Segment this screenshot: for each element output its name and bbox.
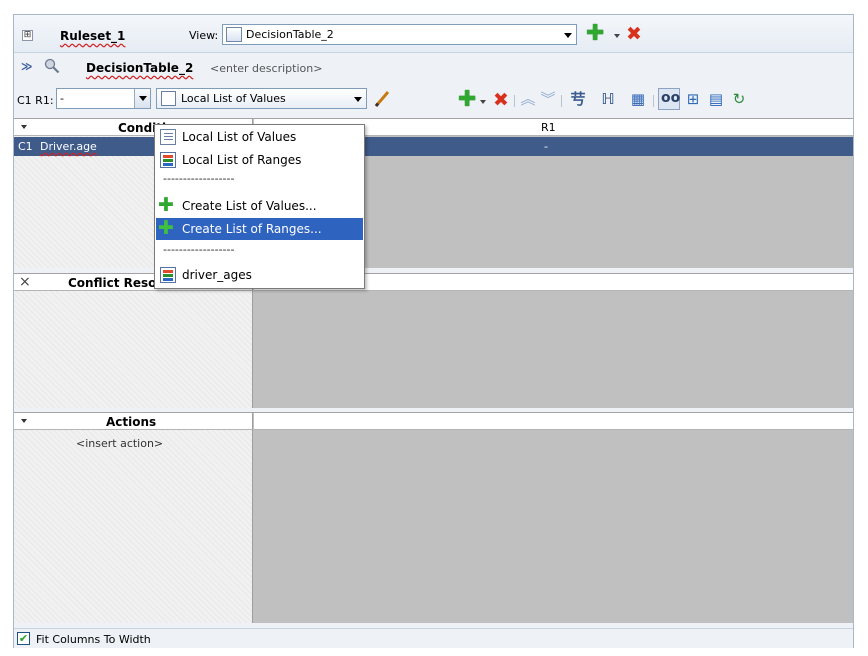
print-icon[interactable]: ▤ [707,90,725,108]
pencil-icon[interactable] [372,89,392,109]
list-type-menu: Local List of Values Local List of Range… [154,124,365,289]
collapse-triangle-icon[interactable] [21,125,27,129]
menu-item-create-list-of-values[interactable]: ✚ Create List of Values... [156,195,363,217]
collapse-triangle-icon[interactable] [21,419,27,423]
condition-id: C1 [18,140,33,153]
list-of-values-icon [160,129,176,145]
add-menu-arrow-icon[interactable] [480,100,486,104]
toolbar-separator [561,95,562,107]
condition-r1-value[interactable]: - [544,140,548,153]
close-icon[interactable]: × [19,274,31,290]
menu-item-local-list-of-values[interactable]: Local List of Values [156,126,363,148]
cell-dropdown-button[interactable] [134,89,150,108]
fit-columns-checkbox[interactable]: ✔ [17,632,30,645]
menu-separator: ------------------ [163,243,235,256]
toolbar-separator [514,95,515,107]
split-icon[interactable]: 䒓 [569,90,587,108]
decision-table-header: ≫ DecisionTable_2 <enter description> [14,54,853,82]
move-up-icon[interactable]: ︽ [519,90,537,108]
rules-editor-frame: ⊞ Ruleset_1 View: DecisionTable_2 ✚ ✖ ≫ … [13,14,854,648]
menu-item-label: driver_ages [182,268,252,282]
green-plus-icon: ✚ [158,217,174,239]
add-decision-table-icon[interactable]: ✚ [586,23,604,45]
green-plus-icon: ✚ [158,194,174,216]
cell-value-dropdown[interactable]: - [56,88,151,109]
menu-item-label: Local List of Values [182,130,297,144]
actions-title: Actions [106,415,157,429]
refresh-icon[interactable]: ↻ [730,90,748,108]
collapse-icon[interactable]: ≫ [21,60,33,73]
ruleset-name[interactable]: Ruleset_1 [60,29,125,43]
toolbar-separator [653,95,654,107]
menu-separator: ------------------ [163,172,235,185]
decision-table-name[interactable]: DecisionTable_2 [86,61,193,75]
menu-item-label: Local List of Ranges [182,153,302,167]
toolbar: C1 R1: - Local List of Values ✚ ✖ ︽ ︾ 䒓 … [14,83,853,115]
table-row[interactable]: C1 Driver.age - [14,137,853,156]
chevron-down-icon [354,97,362,102]
chevron-down-icon [139,96,147,101]
actions-column-header [254,413,853,430]
menu-item-label: Create List of Values... [182,199,317,213]
menu-item-create-list-of-ranges[interactable]: ✚ Create List of Ranges... [156,218,363,240]
condition-name[interactable]: Driver.age [40,140,97,153]
delete-decision-table-icon[interactable]: ✖ [626,25,642,44]
actions-section: Actions <insert action> [14,412,853,623]
ruleset-header: ⊞ Ruleset_1 View: DecisionTable_2 ✚ ✖ [14,15,853,53]
move-down-icon[interactable]: ︾ [539,90,557,108]
menu-item-label: Create List of Ranges... [182,222,322,236]
add-menu-arrow-icon[interactable] [614,34,620,38]
list-of-values-icon [161,91,176,106]
insert-action-placeholder[interactable]: <insert action> [76,437,163,450]
chevron-down-icon [564,33,572,38]
footer: ✔ Fit Columns To Width [14,628,853,648]
list-of-ranges-icon [160,152,176,168]
find-gaps-icon[interactable]: ▦ [629,90,647,108]
cell-value: - [60,92,64,105]
actions-header: Actions [14,413,253,430]
fit-columns-label[interactable]: Fit Columns To Width [36,633,151,646]
description-field[interactable]: <enter description> [210,62,322,75]
add-icon[interactable]: ✚ [458,89,476,111]
expand-icon[interactable]: ⊞ [22,30,33,41]
list-type-value: Local List of Values [181,92,286,105]
menu-item-driver-ages[interactable]: driver_ages [156,264,363,286]
view-label: View: [189,29,219,42]
conflict-left-column [14,274,253,408]
conditions-section: Conditions R1 C1 Driver.age - [14,118,853,268]
list-of-ranges-icon [160,267,176,283]
decision-table-icon [226,27,242,42]
conflict-resolution-section: × Conflict Resolution [14,273,853,408]
delete-icon[interactable]: ✖ [493,91,509,110]
search-icon[interactable] [44,58,60,74]
compact-table-icon[interactable]: ⊞ [684,90,702,108]
cell-label: C1 R1: [17,94,54,107]
view-dropdown-value: DecisionTable_2 [246,28,334,41]
list-type-dropdown[interactable]: Local List of Values [156,88,367,109]
merge-icon[interactable]: ℍ [599,90,617,108]
view-dropdown[interactable]: DecisionTable_2 [222,24,577,45]
rule-column-label: R1 [541,121,556,134]
show-conflicts-icon[interactable]: ᴏᴏ [658,88,680,110]
menu-item-local-list-of-ranges[interactable]: Local List of Ranges [156,149,363,171]
